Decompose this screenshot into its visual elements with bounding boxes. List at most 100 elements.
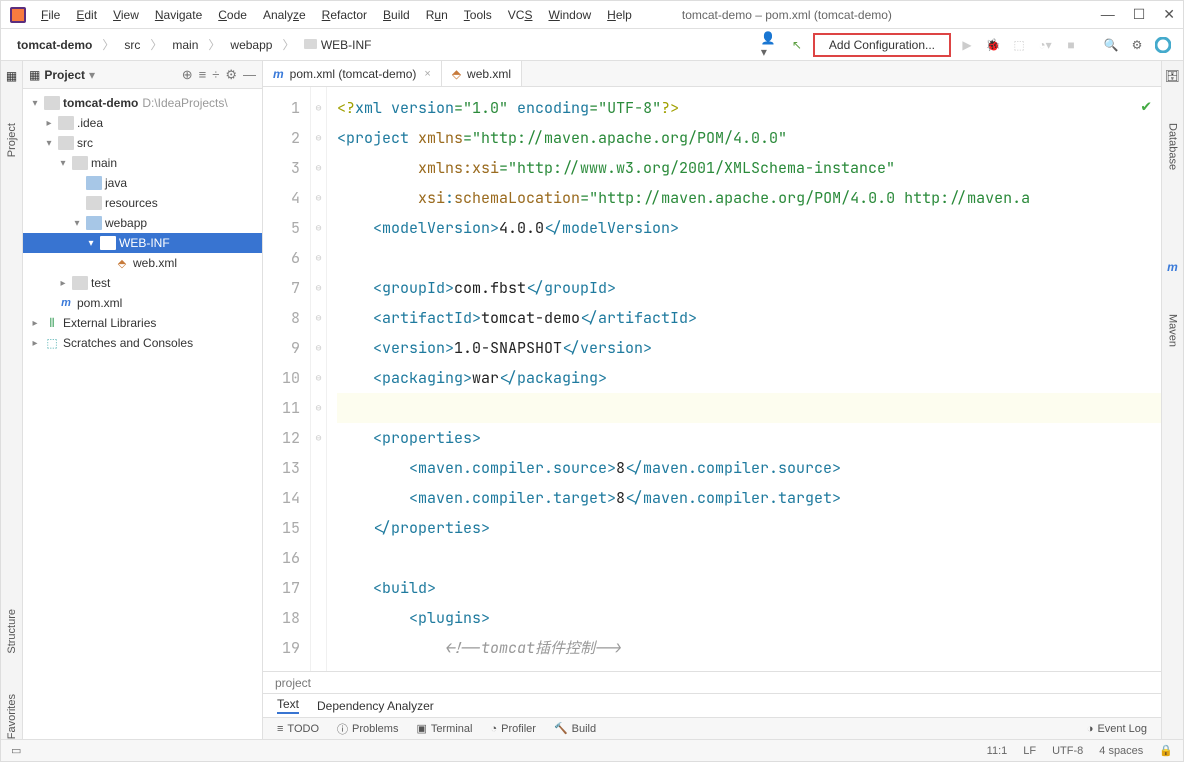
tree-resources[interactable]: resources [23, 193, 262, 213]
breadcrumb: tomcat-demo〉 src〉 main〉 webapp〉 WEB-INF [11, 36, 377, 54]
menu-refactor[interactable]: Refactor [316, 6, 373, 24]
crumb-main[interactable]: main [166, 36, 204, 54]
project-title[interactable]: Project [44, 68, 85, 82]
stop-icon[interactable]: ■ [1061, 35, 1081, 55]
menu-help[interactable]: Help [601, 6, 638, 24]
status-indent[interactable]: 4 spaces [1099, 745, 1143, 757]
close-tab-icon[interactable]: × [424, 68, 430, 80]
search-icon[interactable]: 🔍 [1101, 35, 1121, 55]
coverage-icon[interactable]: ⬚ [1009, 35, 1029, 55]
menu-window[interactable]: Window [542, 6, 597, 24]
maven-file-icon: m [273, 67, 284, 81]
collapse-icon[interactable]: ÷ [212, 67, 219, 83]
line-number-gutter: 12345678910111213141516171819 [263, 87, 311, 671]
folder-icon [304, 39, 317, 49]
hide-icon[interactable]: — [243, 67, 256, 83]
editor-breadcrumb[interactable]: project [263, 671, 1161, 693]
tree-root[interactable]: ▾tomcat-demoD:\IdeaProjects\ [23, 93, 262, 113]
tw-build[interactable]: 🔨 Build [554, 722, 596, 735]
user-icon[interactable]: 👤▾ [761, 35, 781, 55]
menu-build[interactable]: Build [377, 6, 416, 24]
add-configuration-button[interactable]: Add Configuration... [813, 33, 951, 57]
structure-tool-label[interactable]: Structure [6, 609, 18, 654]
editor-bottom-tabs: Text Dependency Analyzer [263, 693, 1161, 717]
tab-dependency-analyzer[interactable]: Dependency Analyzer [317, 699, 434, 713]
menu-tools[interactable]: Tools [458, 6, 498, 24]
close-icon[interactable]: ✕ [1163, 6, 1175, 23]
crumb-src[interactable]: src [118, 36, 146, 54]
maven-tool-icon[interactable]: m [1167, 260, 1178, 274]
editor-area: mpom.xml (tomcat-demo)× ⬘web.xml 1234567… [263, 61, 1161, 739]
window-title: tomcat-demo – pom.xml (tomcat-demo) [682, 8, 1097, 22]
tree-webinf[interactable]: ▾WEB-INF [23, 233, 262, 253]
project-header: ▦Project▾ ⊕ ≡ ÷ ⚙ — [23, 61, 262, 89]
hammer-icon[interactable]: ↖ [787, 35, 807, 55]
menu-analyze[interactable]: Analyze [257, 6, 312, 24]
menu-navigate[interactable]: Navigate [149, 6, 208, 24]
status-lineending[interactable]: LF [1023, 745, 1036, 757]
project-tree[interactable]: ▾tomcat-demoD:\IdeaProjects\ ▸.idea ▾src… [23, 89, 262, 739]
tw-problems[interactable]: ⓘ Problems [337, 721, 398, 737]
menu-run[interactable]: Run [420, 6, 454, 24]
tree-webxml[interactable]: ⬘web.xml [23, 253, 262, 273]
status-encoding[interactable]: UTF-8 [1052, 745, 1083, 757]
inspection-ok-icon[interactable]: ✔ [1141, 95, 1151, 116]
profiler-icon[interactable]: ◔▾ [1035, 35, 1055, 55]
database-tool-label[interactable]: Database [1167, 123, 1179, 170]
left-tool-strip: ▦ Project Structure Favorites [1, 61, 23, 739]
database-tool-icon[interactable]: 🗄 [1165, 69, 1180, 83]
debug-icon[interactable]: 🐞 [983, 35, 1003, 55]
tree-scratches[interactable]: ▸⬚Scratches and Consoles [23, 333, 262, 353]
crumb-webinf[interactable]: WEB-INF [298, 36, 377, 54]
tab-text[interactable]: Text [277, 697, 299, 714]
tw-profiler[interactable]: ◔ Profiler [490, 723, 536, 735]
settings-icon[interactable]: ⚙ [1127, 35, 1147, 55]
tab-pom[interactable]: mpom.xml (tomcat-demo)× [263, 61, 442, 86]
tree-external[interactable]: ▸⫴External Libraries [23, 313, 262, 333]
status-position[interactable]: 11:1 [987, 745, 1008, 757]
project-tool-icon[interactable]: ▦ [6, 69, 17, 83]
crumb-root[interactable]: tomcat-demo [11, 36, 98, 54]
gear-icon[interactable]: ⚙ [225, 67, 237, 83]
nav-toolbar: tomcat-demo〉 src〉 main〉 webapp〉 WEB-INF … [1, 29, 1183, 61]
status-icon[interactable]: ▭ [11, 744, 21, 757]
tree-test[interactable]: ▸test [23, 273, 262, 293]
app-logo-icon [9, 6, 27, 24]
xml-file-icon: ⬘ [452, 67, 461, 81]
tree-main[interactable]: ▾main [23, 153, 262, 173]
tree-idea[interactable]: ▸.idea [23, 113, 262, 133]
menubar: FFileile Edit View Navigate Code Analyze… [1, 1, 1183, 29]
maximize-icon[interactable]: ☐ [1133, 6, 1146, 23]
menu-vcs[interactable]: VCS [502, 6, 539, 24]
maven-tool-label[interactable]: Maven [1167, 314, 1179, 347]
tw-eventlog[interactable]: ◑ Event Log [1087, 723, 1147, 735]
tw-todo[interactable]: ≡ TODO [277, 723, 319, 735]
run-icon[interactable]: ▶ [957, 35, 977, 55]
target-icon[interactable]: ⊕ [182, 67, 193, 83]
menu-file[interactable]: FFileile [35, 6, 66, 24]
menu-view[interactable]: View [107, 6, 145, 24]
menu-code[interactable]: Code [212, 6, 253, 24]
project-panel: ▦Project▾ ⊕ ≡ ÷ ⚙ — ▾tomcat-demoD:\IdeaP… [23, 61, 263, 739]
tw-terminal[interactable]: ▣ Terminal [416, 722, 472, 735]
fold-gutter[interactable]: ⊖⊖⊖⊖⊖⊖⊖⊖⊖⊖⊖⊖ [311, 87, 327, 671]
minimize-icon[interactable]: — [1101, 6, 1115, 23]
menu-edit[interactable]: Edit [70, 6, 103, 24]
tab-webxml[interactable]: ⬘web.xml [442, 61, 522, 86]
tree-pom[interactable]: mpom.xml [23, 293, 262, 313]
bottom-tool-strip: ≡ TODO ⓘ Problems ▣ Terminal ◔ Profiler … [263, 717, 1161, 739]
favorites-tool-label[interactable]: Favorites [6, 694, 18, 739]
tree-src[interactable]: ▾src [23, 133, 262, 153]
expand-icon[interactable]: ≡ [199, 67, 207, 83]
editor-body[interactable]: 12345678910111213141516171819 ⊖⊖⊖⊖⊖⊖⊖⊖⊖⊖… [263, 87, 1161, 671]
project-tool-label[interactable]: Project [6, 123, 18, 157]
editor-tabs: mpom.xml (tomcat-demo)× ⬘web.xml [263, 61, 1161, 87]
right-tool-strip: 🗄 Database m Maven [1161, 61, 1183, 739]
code-content[interactable]: ✔ <?xml version="1.0" encoding="UTF-8"?>… [327, 87, 1161, 671]
ide-icon[interactable] [1153, 35, 1173, 55]
tree-webapp[interactable]: ▾webapp [23, 213, 262, 233]
status-lock-icon[interactable]: 🔒 [1159, 744, 1173, 757]
crumb-webapp[interactable]: webapp [224, 36, 278, 54]
statusbar: ▭ 11:1 LF UTF-8 4 spaces 🔒 [1, 739, 1183, 761]
tree-java[interactable]: java [23, 173, 262, 193]
